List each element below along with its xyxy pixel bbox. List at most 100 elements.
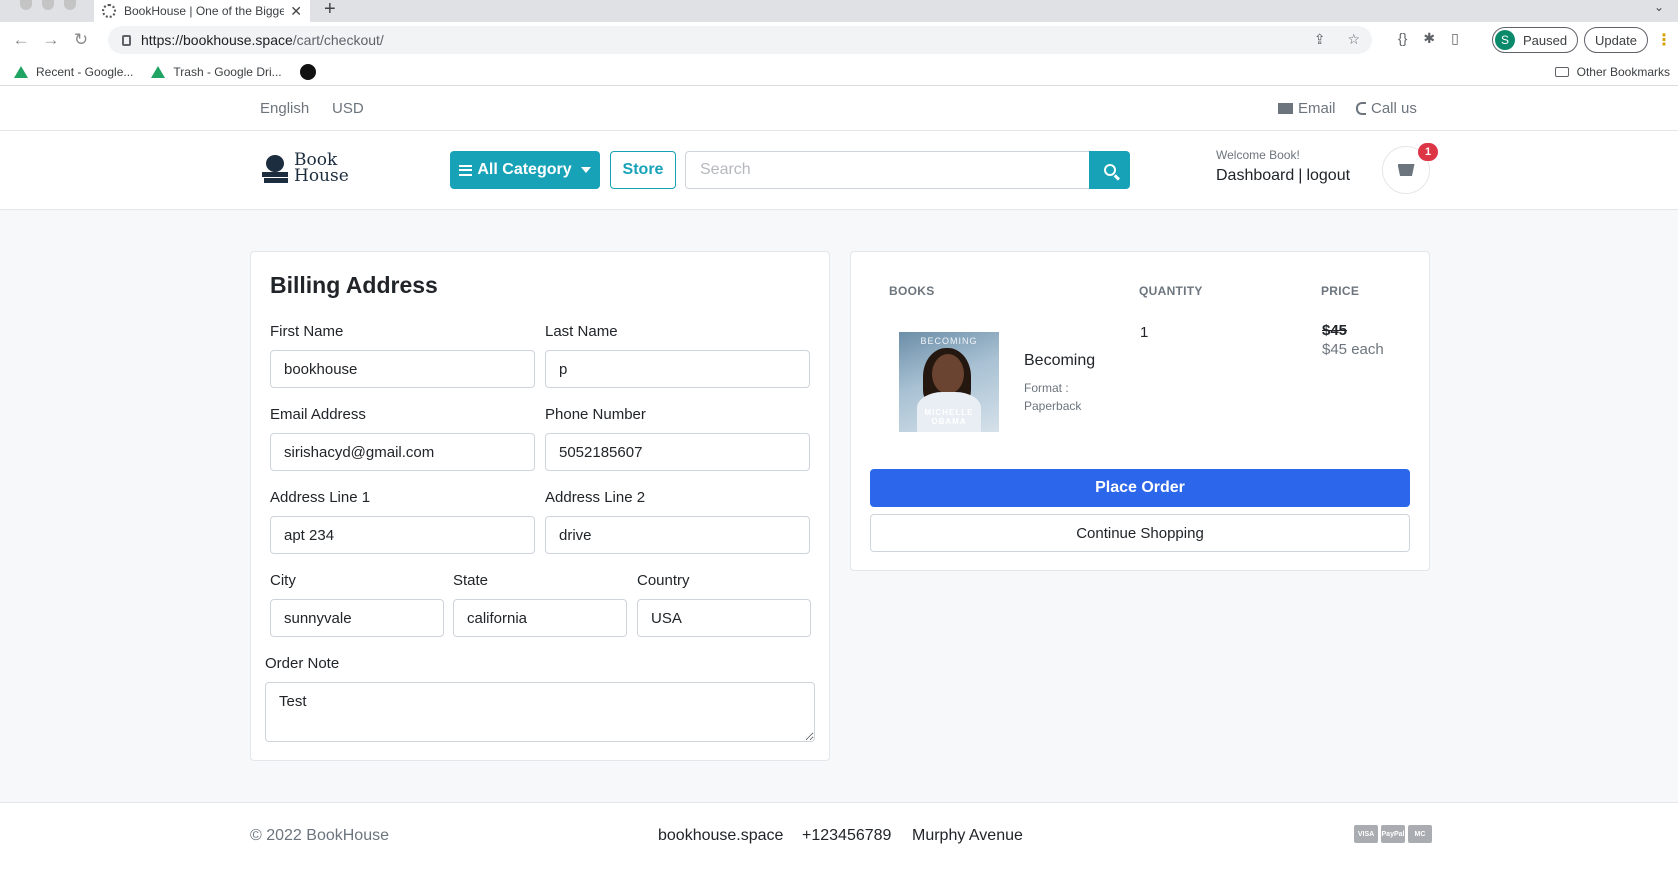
item-price: $45 [1322, 322, 1348, 339]
welcome-text: Welcome Book! [1216, 148, 1300, 162]
order-note-label: Order Note [265, 655, 340, 672]
last-name-field[interactable] [545, 350, 810, 388]
bookmark-label: Trash - Google Dri... [173, 64, 282, 79]
all-category-label: All Category [477, 161, 572, 178]
extensions-puzzle-icon[interactable]: ✱ [1423, 30, 1435, 47]
email-field[interactable] [270, 433, 535, 471]
visa-icon: VISA [1354, 825, 1378, 843]
address-bar[interactable]: https://bookhouse.space/cart/checkout/ ⇪… [108, 26, 1372, 54]
profile-status: Paused [1523, 32, 1568, 48]
city-field[interactable] [270, 599, 444, 637]
copyright-text: © 2022 BookHouse [250, 827, 389, 844]
account-links: Dashboard | logout [1216, 167, 1350, 185]
browser-toolbar: ← → ↻ https://bookhouse.space/cart/check… [0, 22, 1678, 58]
address-line-1-field[interactable] [270, 516, 535, 554]
format-value: Paperback [1024, 399, 1082, 413]
new-tab-icon[interactable]: + [324, 0, 336, 21]
bookmark-star-icon[interactable]: ☆ [1347, 31, 1360, 48]
footer-address: Murphy Avenue [912, 827, 1023, 844]
tab-title: BookHouse | One of the Bigges [124, 4, 285, 18]
extension-code-icon[interactable]: {} [1398, 30, 1407, 47]
github-icon[interactable] [299, 63, 316, 80]
call-label: Call us [1371, 100, 1417, 117]
cover-title: BECOMING [920, 336, 978, 346]
item-quantity: 1 [1140, 324, 1149, 341]
tab-favicon-icon [102, 4, 116, 18]
url-path: /cart/checkout/ [292, 32, 384, 48]
site-topbar: English USD Email Call us [0, 87, 1678, 131]
shopping-cart-icon [1397, 164, 1415, 176]
book-cover-image[interactable]: BECOMING MICHELLE OBAMA [899, 332, 999, 432]
other-bookmarks[interactable]: Other Bookmarks [1554, 65, 1670, 79]
side-panel-icon[interactable]: ▯ [1451, 30, 1459, 47]
first-name-label: First Name [270, 323, 344, 340]
site-logo[interactable]: Book House [262, 151, 349, 185]
tab-search-chevron-icon[interactable]: ⌄ [1654, 0, 1664, 14]
bookmark-label: Recent - Google... [36, 64, 134, 79]
update-button[interactable]: Update [1584, 27, 1648, 53]
reload-icon[interactable]: ↻ [66, 30, 96, 50]
logo-apple-books-icon [262, 151, 288, 185]
lock-icon [122, 34, 131, 46]
item-price-each: $45 each [1322, 341, 1384, 358]
bookmark-trash-drive[interactable]: Trash - Google Dri... [151, 64, 282, 79]
order-note-field[interactable]: Test [265, 682, 815, 742]
caret-down-icon [580, 167, 591, 173]
phone-label: Phone Number [545, 406, 646, 423]
address-line-2-field[interactable] [545, 516, 810, 554]
state-field[interactable] [453, 599, 627, 637]
email-link[interactable]: Email [1278, 100, 1336, 117]
dashboard-link[interactable]: Dashboard [1216, 167, 1294, 184]
phone-field[interactable] [545, 433, 810, 471]
footer-phone[interactable]: +123456789 [802, 827, 891, 845]
address-line-1-label: Address Line 1 [270, 489, 371, 506]
logout-link[interactable]: logout [1306, 167, 1350, 184]
place-order-button[interactable]: Place Order [870, 469, 1410, 507]
books-column-header: BOOKS [889, 284, 935, 298]
search-button[interactable] [1089, 151, 1130, 189]
currency-selector[interactable]: USD [332, 100, 364, 117]
envelope-icon [1278, 103, 1293, 114]
book-title[interactable]: Becoming [1024, 352, 1095, 370]
share-icon[interactable]: ⇪ [1314, 31, 1326, 48]
country-field[interactable] [637, 599, 811, 637]
close-window-button[interactable] [20, 0, 32, 10]
billing-address-card: Billing Address First Name Last Name Ema… [250, 251, 830, 761]
continue-shopping-button[interactable]: Continue Shopping [870, 514, 1410, 552]
minimize-window-button[interactable] [42, 0, 54, 10]
site-footer: © 2022 BookHouse bookhouse.space +123456… [0, 802, 1678, 880]
window-controls [20, 0, 76, 10]
search-input[interactable] [685, 151, 1090, 189]
first-name-field[interactable] [270, 350, 535, 388]
cart-count-badge: 1 [1418, 143, 1438, 161]
state-label: State [453, 572, 489, 589]
back-arrow-icon[interactable]: ← [6, 30, 36, 50]
quantity-column-header: QUANTITY [1139, 284, 1203, 298]
order-summary-card: BOOKS QUANTITY PRICE BECOMING MICHELLE O… [850, 251, 1430, 571]
browser-menu-icon[interactable]: ⋮ [1656, 30, 1672, 50]
call-link[interactable]: Call us [1356, 100, 1417, 117]
price-column-header: PRICE [1321, 284, 1360, 298]
browser-tab[interactable]: BookHouse | One of the Bigges ✕ [94, 0, 310, 22]
cover-author-last: OBAMA [931, 417, 967, 426]
logo-word-house: House [294, 166, 349, 186]
menu-bars-icon [459, 164, 473, 176]
search-icon [1103, 164, 1116, 176]
store-button[interactable]: Store [610, 151, 676, 189]
address-line-2-label: Address Line 2 [545, 489, 646, 506]
forward-arrow-icon[interactable]: → [36, 30, 66, 50]
language-selector[interactable]: English [260, 100, 309, 117]
zoom-window-button[interactable] [64, 0, 76, 10]
tab-close-icon[interactable]: ✕ [290, 3, 302, 20]
cover-author: MICHELLE OBAMA [899, 408, 999, 426]
mastercard-icon: MC [1408, 825, 1432, 843]
bookmark-recent-drive[interactable]: Recent - Google... [14, 65, 133, 79]
bookmarks-bar: Recent - Google... Trash - Google Dri...… [0, 58, 1678, 86]
email-label: Email [1298, 100, 1336, 117]
folder-icon [1554, 67, 1569, 77]
footer-site-link[interactable]: bookhouse.space [658, 827, 783, 845]
all-category-button[interactable]: All Category [450, 151, 600, 189]
profile-button[interactable]: S Paused [1492, 27, 1579, 53]
book-format: Format : Paperback [1024, 379, 1081, 415]
profile-avatar: S [1495, 30, 1515, 50]
